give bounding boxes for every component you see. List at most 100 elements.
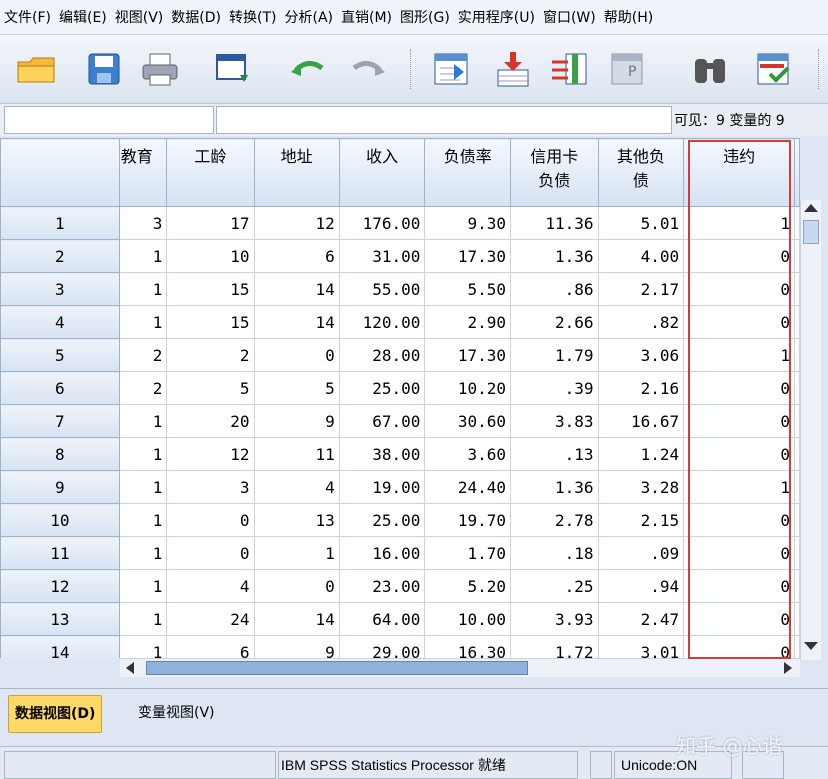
data-cell-empty[interactable] — [794, 206, 800, 240]
data-cell[interactable]: 2.16 — [597, 371, 685, 405]
data-cell[interactable]: 1 — [118, 503, 168, 537]
data-cell[interactable]: 16.30 — [424, 635, 512, 658]
data-cell[interactable]: 1 — [118, 470, 168, 504]
menu-item[interactable]: 文件(F) — [0, 7, 55, 27]
data-cell-empty[interactable] — [794, 470, 800, 504]
menu-item[interactable]: 编辑(E) — [55, 7, 111, 27]
row-header[interactable]: 12 — [0, 569, 120, 603]
data-cell[interactable]: 1.24 — [597, 437, 685, 471]
data-cell-empty[interactable] — [794, 338, 800, 372]
data-cell[interactable]: 3.60 — [424, 437, 512, 471]
data-cell[interactable]: 0 — [683, 239, 795, 273]
data-cell[interactable]: 16.00 — [338, 536, 426, 570]
data-cell[interactable]: 0 — [166, 503, 255, 537]
data-cell[interactable]: 10.00 — [424, 602, 512, 636]
undo-icon[interactable] — [286, 49, 330, 89]
data-cell-empty[interactable] — [794, 569, 800, 603]
menu-item[interactable]: 直销(M) — [337, 7, 396, 27]
column-header[interactable]: 工龄 — [166, 138, 255, 207]
data-cell[interactable]: 1 — [118, 437, 168, 471]
data-cell[interactable]: .09 — [597, 536, 685, 570]
data-cell[interactable]: 3 — [166, 470, 255, 504]
row-header[interactable]: 9 — [0, 470, 120, 504]
data-cell[interactable]: 67.00 — [338, 404, 426, 438]
data-cell[interactable]: 17.30 — [424, 239, 512, 273]
data-cell[interactable]: 64.00 — [338, 602, 426, 636]
data-cell-empty[interactable] — [794, 371, 800, 405]
data-cell[interactable]: 1.36 — [510, 470, 599, 504]
data-cell[interactable]: 3.93 — [510, 602, 599, 636]
data-cell[interactable]: 2.78 — [510, 503, 599, 537]
row-header[interactable]: 7 — [0, 404, 120, 438]
data-cell-empty[interactable] — [794, 404, 800, 438]
vertical-scroll-thumb[interactable] — [803, 220, 819, 244]
cell-value-field[interactable] — [216, 106, 672, 134]
data-cell[interactable]: 2.47 — [597, 602, 685, 636]
data-cell[interactable]: 9 — [253, 404, 340, 438]
data-cell[interactable]: 14 — [253, 272, 340, 306]
data-cell-empty[interactable] — [794, 503, 800, 537]
data-cell[interactable]: 30.60 — [424, 404, 512, 438]
go-to-case-icon[interactable] — [430, 49, 474, 89]
column-header-empty[interactable] — [794, 138, 800, 207]
row-header[interactable]: 4 — [0, 305, 120, 339]
data-cell[interactable]: 3.83 — [510, 404, 599, 438]
data-cell[interactable]: 0 — [683, 536, 795, 570]
row-header[interactable]: 8 — [0, 437, 120, 471]
data-cell[interactable]: 1 — [253, 536, 340, 570]
data-cell[interactable]: 28.00 — [338, 338, 426, 372]
data-cell[interactable]: 0 — [683, 503, 795, 537]
data-cell[interactable]: .39 — [510, 371, 599, 405]
data-cell[interactable]: 11.36 — [510, 206, 599, 240]
data-cell[interactable]: 5.01 — [597, 206, 685, 240]
data-cell-empty[interactable] — [794, 437, 800, 471]
data-cell[interactable]: 16.67 — [597, 404, 685, 438]
open-folder-icon[interactable] — [14, 49, 58, 89]
scroll-left-icon[interactable] — [126, 662, 134, 674]
data-cell[interactable]: 1.36 — [510, 239, 599, 273]
dialog-recall-icon[interactable] — [212, 49, 256, 89]
data-cell[interactable]: 12 — [253, 206, 340, 240]
data-cell[interactable]: 2.15 — [597, 503, 685, 537]
data-cell-empty[interactable] — [794, 635, 800, 658]
data-cell[interactable]: 29.00 — [338, 635, 426, 658]
data-cell[interactable]: 25.00 — [338, 371, 426, 405]
data-cell[interactable]: 9 — [253, 635, 340, 658]
find-icon[interactable] — [688, 49, 732, 89]
column-header[interactable]: 地址 — [253, 138, 340, 207]
menu-item[interactable]: 分析(A) — [280, 7, 337, 27]
data-cell[interactable]: 1 — [683, 206, 795, 240]
data-cell[interactable]: 3 — [118, 206, 168, 240]
scroll-down-icon[interactable] — [804, 642, 818, 650]
data-cell-empty[interactable] — [794, 272, 800, 306]
column-header[interactable]: 教育 — [118, 138, 168, 207]
value-labels-icon[interactable] — [752, 49, 796, 89]
print-icon[interactable] — [138, 49, 182, 89]
data-cell[interactable]: 17.30 — [424, 338, 512, 372]
row-header[interactable]: 11 — [0, 536, 120, 570]
vertical-scrollbar[interactable] — [800, 200, 821, 660]
data-cell[interactable]: 1 — [118, 272, 168, 306]
data-cell[interactable]: 12 — [166, 437, 255, 471]
column-header[interactable]: 违约 — [683, 138, 795, 207]
insert-variable-icon[interactable] — [548, 49, 592, 89]
data-cell[interactable]: 3.01 — [597, 635, 685, 658]
data-cell[interactable]: 4.00 — [597, 239, 685, 273]
row-header[interactable]: 2 — [0, 239, 120, 273]
data-cell[interactable]: 0 — [683, 404, 795, 438]
data-cell[interactable]: 13 — [253, 503, 340, 537]
data-cell[interactable]: 1 — [118, 404, 168, 438]
data-cell[interactable]: 4 — [166, 569, 255, 603]
corner-cell[interactable] — [0, 138, 120, 207]
data-cell[interactable]: 10 — [166, 239, 255, 273]
data-cell[interactable]: 0 — [683, 272, 795, 306]
data-cell[interactable]: 38.00 — [338, 437, 426, 471]
data-cell[interactable]: .86 — [510, 272, 599, 306]
data-cell[interactable]: 0 — [683, 569, 795, 603]
data-cell[interactable]: 0 — [253, 338, 340, 372]
data-cell[interactable]: 0 — [683, 305, 795, 339]
data-cell[interactable]: 5 — [253, 371, 340, 405]
data-cell[interactable]: 5.20 — [424, 569, 512, 603]
data-cell[interactable]: 2 — [118, 371, 168, 405]
data-cell[interactable]: 2.17 — [597, 272, 685, 306]
